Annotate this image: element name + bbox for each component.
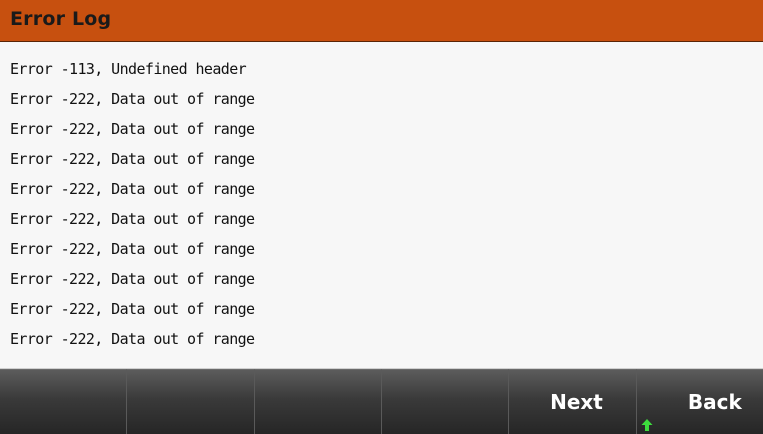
log-entry: Error -222, Data out of range (10, 330, 255, 348)
log-entry: Error -222, Data out of range (10, 210, 255, 228)
log-entry: Error -222, Data out of range (10, 240, 255, 258)
log-entry: Error -222, Data out of range (10, 120, 255, 138)
back-button[interactable]: Back (636, 369, 763, 434)
softkey-4[interactable] (381, 369, 510, 434)
log-entry: Error -222, Data out of range (10, 150, 255, 168)
softkey-1[interactable] (0, 369, 128, 434)
log-entry: Error -222, Data out of range (10, 270, 255, 288)
page-title: Error Log (10, 8, 112, 30)
log-entry: Error -113, Undefined header (10, 60, 247, 78)
error-log-screen: Error Log Error -113, Undefined header E… (0, 0, 763, 434)
next-button[interactable]: Next (509, 369, 637, 434)
log-entry: Error -222, Data out of range (10, 300, 255, 318)
error-log-list-area: Error -113, Undefined header Error -222,… (0, 42, 763, 369)
title-bar: Error Log (0, 0, 763, 42)
up-arrow-icon (641, 419, 653, 431)
error-log-list: Error -113, Undefined header Error -222,… (10, 54, 255, 354)
next-button-label: Next (550, 390, 603, 414)
back-button-label: Back (687, 390, 742, 414)
log-entry: Error -222, Data out of range (10, 90, 255, 108)
softkey-bar: Next Back (0, 369, 763, 434)
softkey-3[interactable] (254, 369, 382, 434)
softkey-2[interactable] (127, 369, 255, 434)
log-entry: Error -222, Data out of range (10, 180, 255, 198)
